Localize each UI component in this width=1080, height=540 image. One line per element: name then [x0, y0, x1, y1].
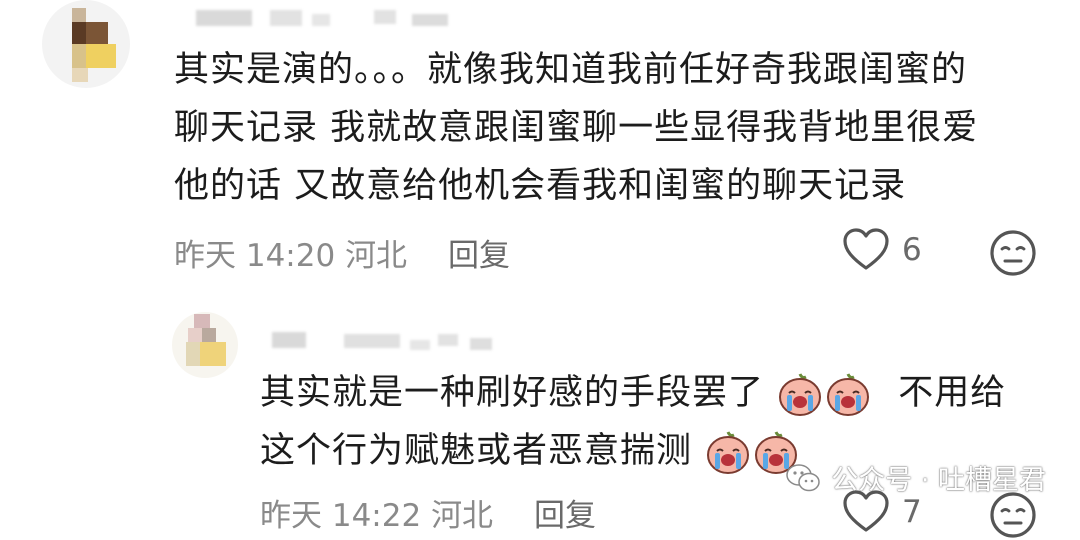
crying-peach-sticker-icon	[707, 431, 750, 474]
comment-meta: 昨天 14:22 河北	[260, 490, 493, 535]
reply-button[interactable]: 回复	[534, 490, 596, 535]
crying-peach-sticker-icon	[827, 373, 870, 416]
comment-text-segment: 不用给	[898, 373, 1007, 413]
like-count: 7	[902, 494, 922, 530]
comment-meta: 昨天 14:20 河北	[174, 230, 407, 275]
crying-peach-sticker-icon	[779, 373, 822, 416]
like-count: 6	[902, 232, 922, 268]
comment-text-line: 聊天记录 我就故意跟闺蜜聊一些显得我背地里很爱	[174, 108, 979, 148]
comment-text-line: 他的话 又故意给他机会看我和闺蜜的聊天记录	[174, 166, 907, 206]
comment-text: 其实是演的。。。就像我知道我前任好奇我跟闺蜜的 聊天记录 我就故意跟闺蜜聊一些显…	[174, 41, 978, 215]
username-redacted	[410, 340, 430, 350]
username-redacted	[412, 14, 448, 26]
comment-location: 河北	[431, 498, 494, 534]
comment-text-line: 其实就是一种刷好感的手段罢了 不用给	[260, 364, 1006, 422]
username-redacted	[374, 10, 396, 24]
username-redacted	[344, 334, 400, 348]
watermark: 公众号 · 吐槽星君	[785, 458, 1046, 497]
wechat-logo-icon	[786, 463, 820, 491]
username-redacted	[312, 14, 330, 26]
username-redacted	[470, 338, 492, 350]
watermark-text: 公众号 · 吐槽星君	[831, 465, 1046, 496]
neutral-face-icon[interactable]	[988, 490, 1038, 540]
like-button[interactable]: 6	[842, 228, 922, 272]
comment-text-segment: 其实就是一种刷好感的手段罢了	[260, 373, 765, 413]
comment-time: 昨天 14:20	[174, 238, 336, 274]
username-redacted[interactable]	[196, 10, 252, 26]
reply-button[interactable]: 回复	[448, 230, 510, 275]
neutral-face-icon[interactable]	[988, 228, 1038, 278]
heart-icon	[843, 228, 889, 270]
avatar[interactable]	[172, 312, 238, 378]
username-redacted	[270, 10, 302, 26]
username-redacted[interactable]	[272, 332, 306, 348]
comment-text-line: 其实是演的。。。就像我知道我前任好奇我跟闺蜜的	[174, 50, 968, 90]
comment-location: 河北	[345, 238, 408, 274]
username-redacted	[438, 334, 458, 346]
comment-text-segment: 这个行为赋魅或者恶意揣测	[260, 431, 693, 471]
avatar[interactable]	[42, 0, 130, 88]
comment-time: 昨天 14:22	[260, 498, 422, 534]
